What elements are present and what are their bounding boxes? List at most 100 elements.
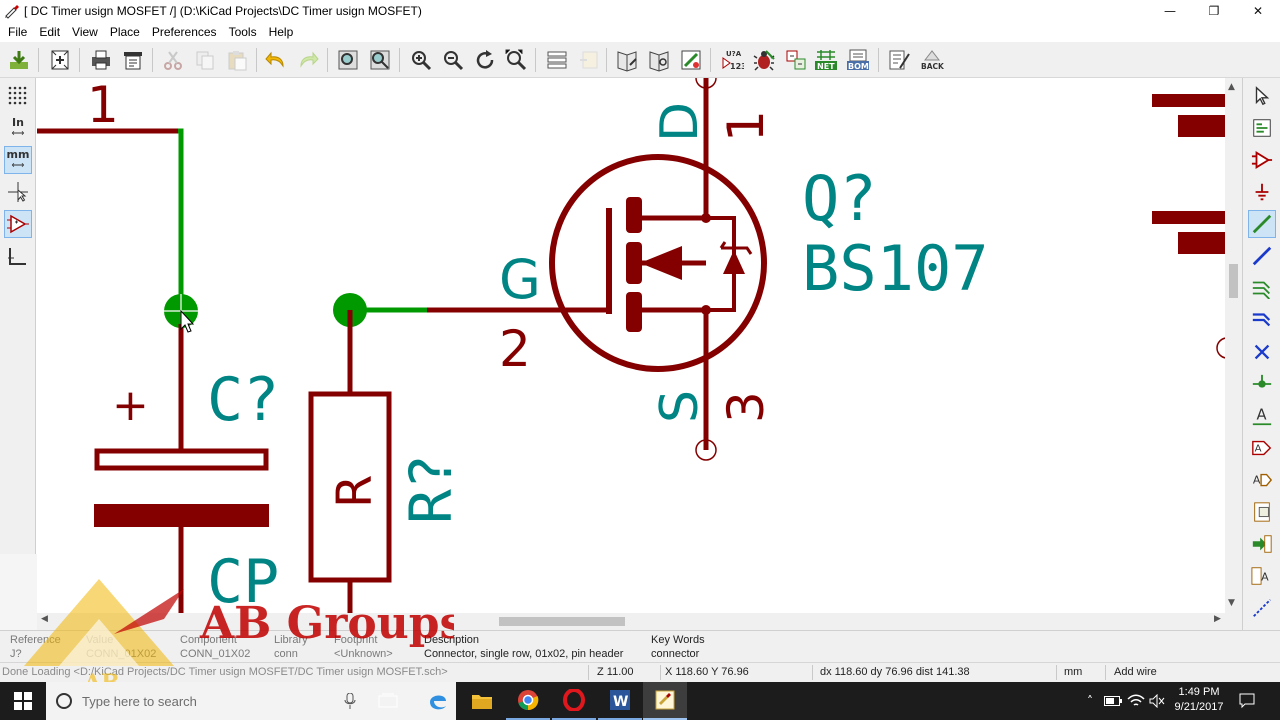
back-annotate-button[interactable]: BACK: [918, 47, 946, 73]
hierarchy-navigator-button[interactable]: [544, 47, 570, 73]
select-tool-button[interactable]: [1248, 82, 1276, 110]
horizontal-scroll-thumb[interactable]: [499, 617, 625, 626]
redo-button[interactable]: [295, 47, 321, 73]
scroll-up-icon[interactable]: ▲: [1228, 82, 1235, 92]
component-icon: [1251, 151, 1273, 169]
bom-button[interactable]: BOM: [845, 47, 871, 73]
minimize-button[interactable]: —: [1148, 0, 1192, 22]
toggle-grid-button[interactable]: [4, 82, 32, 110]
kicad-button[interactable]: [643, 682, 687, 720]
menu-edit[interactable]: Edit: [33, 25, 66, 39]
notification-icon: [1239, 693, 1255, 709]
print-button[interactable]: [88, 47, 114, 73]
volume-button[interactable]: [1147, 682, 1167, 720]
status-cursor-position: X 118.60 Y 76.96: [665, 666, 749, 678]
cursor-shape-button[interactable]: [4, 178, 32, 206]
page-settings-button[interactable]: [47, 47, 73, 73]
scroll-left-icon[interactable]: ◀: [41, 614, 48, 624]
scroll-down-icon[interactable]: ▼: [1228, 598, 1235, 608]
copy-button[interactable]: [192, 47, 218, 73]
add-junction-button[interactable]: [1248, 370, 1276, 398]
menu-place[interactable]: Place: [104, 25, 146, 39]
units-inch-button[interactable]: In ⟷: [4, 114, 32, 142]
undo-button[interactable]: [263, 47, 289, 73]
netlist-button[interactable]: NET: [813, 47, 839, 73]
junction-dot: [701, 213, 711, 223]
right-tools-toolbar: A A A A: [1242, 78, 1280, 630]
find-replace-button[interactable]: [367, 47, 393, 73]
show-hidden-pins-button[interactable]: [4, 210, 32, 238]
action-center-button[interactable]: [1236, 682, 1258, 720]
edit-fields-button[interactable]: [886, 47, 912, 73]
paste-button[interactable]: [224, 47, 250, 73]
drain-connection: [642, 78, 709, 221]
add-graphic-line-button[interactable]: [1248, 594, 1276, 622]
import-sheet-pin-button[interactable]: [1248, 530, 1276, 558]
battery-button[interactable]: [1102, 682, 1124, 720]
menu-tools[interactable]: Tools: [223, 25, 263, 39]
assign-footprints-button[interactable]: [783, 47, 809, 73]
schematic-canvas[interactable]: 1 + C? CP R R? G 2 D 1 S 3 Q? BS107: [37, 78, 1225, 613]
redraw-button[interactable]: [472, 47, 498, 73]
add-hierarchical-label-button[interactable]: A: [1248, 466, 1276, 494]
wire-angle-button[interactable]: [4, 242, 32, 270]
add-power-button[interactable]: [1248, 178, 1276, 206]
add-bus-to-bus-entry-button[interactable]: [1248, 306, 1276, 334]
menu-view[interactable]: View: [66, 25, 104, 39]
add-component-button[interactable]: [1248, 146, 1276, 174]
library-browser-button[interactable]: [646, 47, 672, 73]
scroll-right-icon[interactable]: ▶: [1214, 614, 1221, 624]
add-wire-button[interactable]: [1248, 210, 1276, 238]
add-net-label-button[interactable]: A: [1248, 402, 1276, 430]
vertical-scroll-thumb[interactable]: [1229, 264, 1238, 298]
leave-sheet-icon: [580, 51, 598, 69]
save-button[interactable]: [6, 47, 32, 73]
info-keywords: Key Words connector: [651, 634, 705, 660]
leave-sheet-button[interactable]: [576, 47, 602, 73]
network-button[interactable]: [1125, 682, 1147, 720]
menu-preferences[interactable]: Preferences: [146, 25, 223, 39]
zoom-out-button[interactable]: [440, 47, 466, 73]
chrome-button[interactable]: [506, 682, 550, 720]
erc-button[interactable]: [751, 47, 777, 73]
zoom-fit-button[interactable]: [503, 47, 529, 73]
show-hidden-icons-button[interactable]: ˄: [1080, 682, 1100, 720]
zoom-in-button[interactable]: [408, 47, 434, 73]
left-panel-filler: [0, 554, 37, 630]
add-wire-to-bus-entry-button[interactable]: [1248, 274, 1276, 302]
add-bus-button[interactable]: [1248, 242, 1276, 270]
netlist-icon: NET: [815, 50, 837, 71]
opera-button[interactable]: [552, 682, 596, 720]
rescue-button[interactable]: [678, 47, 704, 73]
start-button[interactable]: [0, 682, 46, 720]
minimize-icon: —: [1164, 4, 1176, 18]
add-sheet-pin-button[interactable]: A: [1248, 562, 1276, 590]
word-button[interactable]: W: [598, 682, 642, 720]
plot-button[interactable]: [120, 47, 146, 73]
edge-browser-button[interactable]: [416, 682, 460, 720]
horizontal-scrollbar[interactable]: ◀ ▶: [37, 613, 1242, 630]
highlight-net-button[interactable]: [1248, 114, 1276, 142]
find-button[interactable]: [335, 47, 361, 73]
add-global-label-button[interactable]: A: [1248, 434, 1276, 462]
library-editor-button[interactable]: [614, 47, 640, 73]
units-mm-button[interactable]: mm ⟷: [4, 146, 32, 174]
taskbar-clock[interactable]: 1:49 PM 9/21/2017: [1168, 685, 1230, 715]
menu-help[interactable]: Help: [263, 25, 300, 39]
capacitor-value: CP: [207, 547, 279, 613]
microphone-icon[interactable]: [344, 693, 356, 709]
vertical-scrollbar[interactable]: ▲ ▼: [1225, 78, 1242, 613]
add-hierarchical-sheet-button[interactable]: [1248, 498, 1276, 526]
cut-button[interactable]: [160, 47, 186, 73]
print-icon: [92, 50, 110, 70]
menu-file[interactable]: File: [2, 25, 33, 39]
close-window-button[interactable]: ✕: [1236, 0, 1280, 22]
offscreen-component-bar: [1152, 94, 1225, 107]
add-no-connect-button[interactable]: [1248, 338, 1276, 366]
library-browser-icon: [649, 51, 669, 72]
window-title: [ DC Timer usign MOSFET /] (D:\KiCad Pro…: [24, 4, 422, 18]
maximize-button[interactable]: ❐: [1192, 0, 1236, 22]
task-view-button[interactable]: [366, 682, 410, 720]
file-explorer-button[interactable]: [460, 682, 504, 720]
annotate-button[interactable]: U?A 123: [719, 47, 745, 73]
